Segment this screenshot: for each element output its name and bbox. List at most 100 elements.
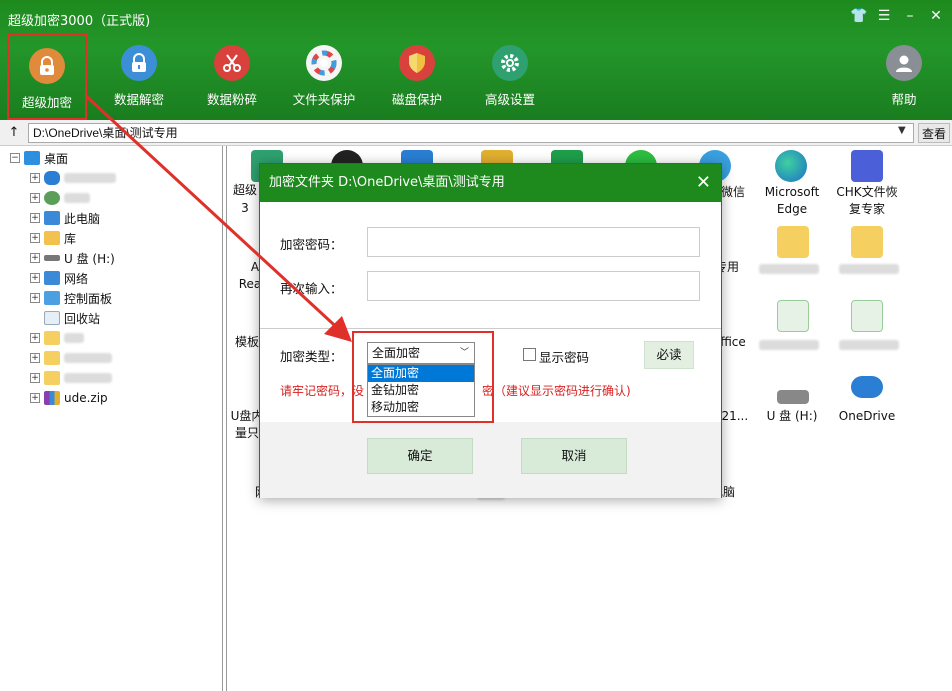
expand-icon[interactable]: + <box>30 253 40 263</box>
repeat-password-label: 再次输入： <box>280 281 343 296</box>
expand-icon[interactable]: + <box>30 173 40 183</box>
expand-icon[interactable]: + <box>30 373 40 383</box>
tree-item[interactable]: + <box>30 188 90 208</box>
file-label: 超级 <box>232 183 257 197</box>
desktop-icon <box>24 151 40 165</box>
tree-item-label: U 盘 (H:) <box>64 251 115 266</box>
chk-app-icon[interactable] <box>851 150 883 182</box>
toolbar-shred-button[interactable]: 数据粉碎 <box>194 45 270 108</box>
toolbar-label: 数据粉碎 <box>206 92 257 107</box>
ok-button[interactable]: 确定 <box>367 438 473 474</box>
minimize-icon[interactable]: – <box>902 6 918 26</box>
toolbar-help-button[interactable]: 帮助 <box>866 45 942 108</box>
control-panel-icon <box>44 291 60 305</box>
expand-icon[interactable]: + <box>30 333 40 343</box>
tree-item[interactable]: + <box>30 328 84 348</box>
menu-icon[interactable]: ☰ <box>876 6 892 26</box>
warning-text: 请牢记密码，没 密（建议显示密码进行确认) <box>280 382 631 399</box>
show-password-checkbox[interactable] <box>523 348 536 361</box>
chevron-down-icon[interactable]: ﹀ <box>460 343 469 363</box>
network-icon <box>44 271 60 285</box>
app-title: 超级加密3000（正式版) <box>8 14 151 29</box>
tree-item-recycle-bin[interactable]: 回收站 <box>44 308 100 328</box>
file-label: Edge <box>776 202 808 216</box>
expand-icon[interactable]: + <box>30 293 40 303</box>
warning-part1: 请牢记密码，没 <box>280 384 365 398</box>
redacted-label <box>64 353 112 363</box>
collapse-icon[interactable]: − <box>10 153 20 163</box>
redacted-label <box>759 264 819 274</box>
tree-item-network[interactable]: + 网络 <box>30 268 88 288</box>
up-arrow-icon[interactable]: ↑ <box>4 124 24 142</box>
encrypt-type-select[interactable]: 全面加密 ﹀ <box>367 342 475 364</box>
tree-item-label: 网络 <box>64 271 89 286</box>
repeat-password-input[interactable] <box>367 271 700 301</box>
colorwheel-icon <box>306 45 342 81</box>
window-controls: 👕 ☰ – ✕ <box>850 6 944 26</box>
option-full-encrypt[interactable]: 全面加密 <box>368 365 474 382</box>
png-file-icon[interactable] <box>777 300 809 332</box>
show-password-label: 显示密码 <box>539 350 590 365</box>
toolbar-label: 帮助 <box>891 92 917 107</box>
lock-icon <box>29 48 65 84</box>
edge-icon[interactable] <box>775 150 807 182</box>
expand-icon[interactable]: + <box>30 233 40 243</box>
tree-item-this-pc[interactable]: + 此电脑 <box>30 208 100 228</box>
png-file-icon[interactable] <box>851 300 883 332</box>
view-button[interactable]: 查看 <box>918 123 950 143</box>
redacted-label <box>64 173 116 183</box>
folder-tree: − 桌面 + + + 此电脑 + 库 + U 盘 (H:) + 网络 + 控制面… <box>0 146 223 691</box>
toolbar-settings-button[interactable]: 高级设置 <box>472 45 548 108</box>
warning-part2: 密（建议显示密码进行确认) <box>482 384 631 398</box>
expand-icon[interactable]: + <box>30 193 40 203</box>
tree-item-label: 控制面板 <box>64 291 113 306</box>
toolbar-label: 超级加密 <box>21 95 72 110</box>
divider <box>260 328 721 329</box>
shirt-icon[interactable]: 👕 <box>850 6 867 26</box>
tree-item[interactable]: + <box>30 348 112 368</box>
toolbar-folder-protect-button[interactable]: 文件夹保护 <box>286 45 362 108</box>
password-input[interactable] <box>367 227 700 257</box>
tree-item-zip[interactable]: + ude.zip <box>30 388 108 408</box>
tree-item-control-panel[interactable]: + 控制面板 <box>30 288 112 308</box>
path-input[interactable]: D:\OneDrive\桌面\测试专用 <box>28 123 914 143</box>
user-icon <box>886 45 922 81</box>
tree-item-udisk[interactable]: + U 盘 (H:) <box>30 248 115 268</box>
file-label: 复专家 <box>848 202 885 216</box>
folder-icon <box>44 371 60 385</box>
folder-icon[interactable] <box>851 226 883 258</box>
cancel-button[interactable]: 取消 <box>521 438 627 474</box>
tree-item[interactable]: + <box>30 368 112 388</box>
toolbar-decrypt-button[interactable]: 数据解密 <box>101 45 177 108</box>
expand-icon[interactable]: + <box>30 393 40 403</box>
redacted-label <box>839 340 899 350</box>
toolbar-label: 数据解密 <box>113 92 164 107</box>
option-mobile-encrypt[interactable]: 移动加密 <box>368 399 474 416</box>
tree-item-label: 回收站 <box>64 311 101 326</box>
expand-icon[interactable]: + <box>30 273 40 283</box>
expand-icon[interactable]: + <box>30 213 40 223</box>
tree-item[interactable]: + <box>30 168 116 188</box>
toolbar-label: 磁盘保护 <box>391 92 442 107</box>
redacted-label <box>839 264 899 274</box>
tree-item-label: 桌面 <box>44 151 69 166</box>
dialog-title-bar: 加密文件夹 D:\OneDrive\桌面\测试专用 ✕ <box>260 164 721 202</box>
tree-item-library[interactable]: + 库 <box>30 228 76 248</box>
toolbar-label: 高级设置 <box>484 92 535 107</box>
unlock-icon <box>121 45 157 81</box>
chevron-down-icon[interactable]: ▼ <box>898 125 906 136</box>
encrypt-type-label: 加密类型： <box>280 349 343 364</box>
redacted-label <box>759 340 819 350</box>
drive-icon[interactable] <box>777 390 809 404</box>
toolbar-encrypt-button[interactable]: 超级加密 <box>7 34 87 120</box>
close-icon[interactable]: ✕ <box>696 164 711 202</box>
redacted-label <box>64 333 84 343</box>
toolbar-disk-protect-button[interactable]: 磁盘保护 <box>379 45 455 108</box>
expand-icon[interactable]: + <box>30 353 40 363</box>
tree-item-desktop[interactable]: − 桌面 <box>10 148 68 168</box>
onedrive-icon[interactable] <box>851 376 883 398</box>
readme-button[interactable]: 必读 <box>644 341 694 369</box>
file-label: OneDrive <box>838 409 896 423</box>
close-icon[interactable]: ✕ <box>928 6 944 26</box>
folder-icon[interactable] <box>777 226 809 258</box>
